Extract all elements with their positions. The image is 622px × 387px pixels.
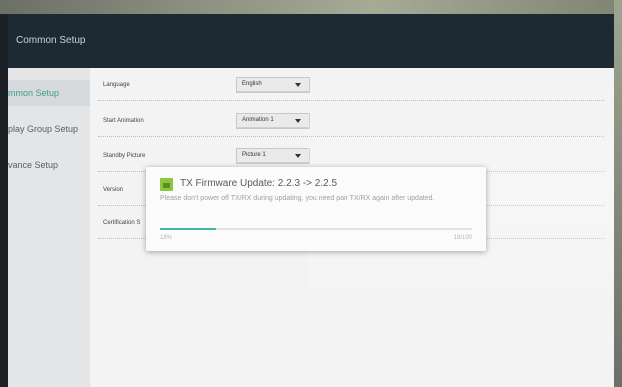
photo-edge-right (614, 0, 622, 387)
setting-label: Start Animation (103, 118, 144, 124)
dropdown-value: Picture 1 (242, 152, 266, 158)
firmware-update-dialog: TX Firmware Update: 2.2.3 -> 2.2.5 Pleas… (146, 167, 486, 251)
sidebar-item-label: mmon Setup (8, 88, 60, 98)
sidebar-item-common-setup[interactable]: mmon Setup (8, 80, 90, 106)
tv-screen: Common Setup mmon Setup play Group Setup… (8, 14, 614, 387)
page-title: Common Setup (16, 35, 86, 46)
sidebar: mmon Setup play Group Setup vance Setup (8, 68, 90, 387)
standby-picture-dropdown[interactable]: Picture 1 (236, 148, 310, 164)
setting-label: Certification S (103, 220, 141, 226)
dialog-title: TX Firmware Update: 2.2.3 -> 2.2.5 (180, 178, 338, 189)
progress-bar (160, 228, 472, 230)
setting-row-language: Language English (98, 70, 604, 101)
setting-label: Version (103, 187, 124, 193)
chevron-down-icon (295, 83, 301, 87)
chevron-down-icon (295, 154, 301, 158)
progress-count: 18/100 (453, 235, 472, 241)
update-icon (160, 178, 173, 191)
sidebar-item-label: play Group Setup (8, 124, 79, 134)
setting-row-start-animation: Start Animation Animation 1 (98, 106, 604, 137)
sidebar-item-display-group-setup[interactable]: play Group Setup (8, 116, 90, 142)
sidebar-item-label: vance Setup (8, 160, 59, 170)
chevron-down-icon (295, 119, 301, 123)
start-animation-dropdown[interactable]: Animation 1 (236, 113, 310, 129)
photo-edge-left (0, 14, 8, 387)
header-bar: Common Setup (8, 14, 614, 68)
progress-bar-fill (160, 228, 217, 230)
dialog-message: Please don't power off TX/RX during upda… (160, 195, 435, 202)
dropdown-value: Animation 1 (242, 117, 274, 123)
setting-label: Standby Picture (103, 153, 146, 159)
setting-label: Language (103, 82, 130, 88)
dropdown-value: English (242, 81, 262, 87)
language-dropdown[interactable]: English (236, 77, 310, 93)
sidebar-item-advance-setup[interactable]: vance Setup (8, 152, 90, 178)
photo-background (0, 0, 622, 14)
progress-percent: 18% (160, 235, 173, 241)
